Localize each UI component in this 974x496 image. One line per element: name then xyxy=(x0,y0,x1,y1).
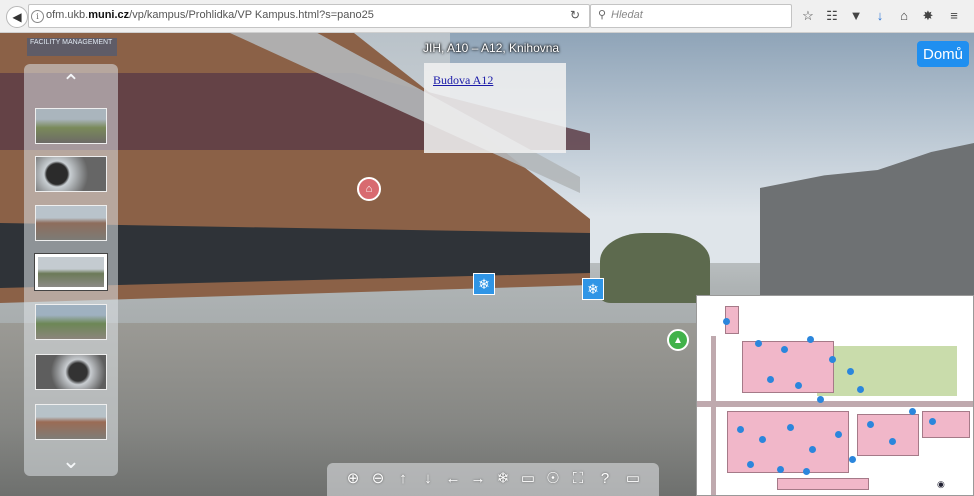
map-location-dot[interactable] xyxy=(737,426,744,433)
map-location-dot[interactable] xyxy=(889,438,896,445)
map-location-dot[interactable] xyxy=(807,336,814,343)
map-location-dot[interactable] xyxy=(777,466,784,473)
map-location-dot[interactable] xyxy=(809,446,816,453)
building-link[interactable]: Budova A12 xyxy=(433,73,493,88)
map-location-dot[interactable] xyxy=(909,408,916,415)
url-text[interactable]: ofm.ukb.muni.cz/vp/kampus/Prohlidka/VP K… xyxy=(46,9,374,21)
map-location-dot[interactable] xyxy=(759,436,766,443)
map-location-dot[interactable] xyxy=(723,318,730,325)
thumbnail-1[interactable] xyxy=(35,108,107,144)
thumbnail-5[interactable] xyxy=(35,304,107,340)
clipboard-icon[interactable]: ☷ xyxy=(824,8,840,24)
site-info-icon[interactable]: i xyxy=(31,10,44,23)
arrow-left-icon[interactable]: ← xyxy=(443,469,463,489)
map-building xyxy=(857,414,919,456)
map-building xyxy=(727,411,849,473)
search-placeholder: Hledat xyxy=(611,9,643,21)
arrow-right-icon[interactable]: → xyxy=(468,469,488,489)
map-road xyxy=(697,401,973,407)
map-location-dot[interactable] xyxy=(829,356,836,363)
zoom-out-icon[interactable]: ⊖ xyxy=(368,469,388,489)
panorama-viewer[interactable]: FACILITY MANAGEMENT JIH, A10 – A12, Knih… xyxy=(0,33,974,496)
map-location-dot[interactable] xyxy=(929,418,936,425)
home-button[interactable]: Domů xyxy=(917,41,969,67)
thumbnail-7[interactable] xyxy=(35,404,107,440)
thumbnail-2[interactable] xyxy=(35,156,107,192)
viewer-toolbar: ⊕ ⊖ ↑ ↓ ← → ❄ ▭ ☉ ⛶ ? ▭ xyxy=(327,463,659,496)
map-location-dot[interactable] xyxy=(781,346,788,353)
fullscreen-icon[interactable]: ⛶ xyxy=(568,469,588,489)
map-green-area xyxy=(817,346,957,396)
arrow-down-icon[interactable]: ↓ xyxy=(418,469,438,489)
thumbnail-6[interactable] xyxy=(35,354,107,390)
scroll-down-icon[interactable]: ⌄ xyxy=(24,450,118,472)
screen-icon[interactable]: ▭ xyxy=(623,469,643,489)
map-building xyxy=(922,411,970,438)
compass-hotspot-icon[interactable]: ▲ xyxy=(667,329,689,351)
thumbnail-3[interactable] xyxy=(35,205,107,241)
map-location-dot[interactable] xyxy=(747,461,754,468)
map-location-dot[interactable] xyxy=(787,424,794,431)
thumbnail-4-selected[interactable] xyxy=(34,253,108,291)
map-location-dot[interactable] xyxy=(849,456,856,463)
menu-icon[interactable]: ≡ xyxy=(946,8,962,23)
tree xyxy=(600,233,710,303)
facility-management-logo: FACILITY MANAGEMENT xyxy=(27,38,117,56)
navigation-hotspot-icon[interactable]: ❄ xyxy=(582,278,604,300)
hotspots-icon[interactable]: ❄ xyxy=(493,469,513,489)
pocket-icon[interactable]: ▼ xyxy=(848,8,864,23)
panorama-title: JIH, A10 – A12, Knihovna xyxy=(423,41,560,55)
map-location-dot[interactable] xyxy=(755,340,762,347)
map-building xyxy=(742,341,834,393)
map-location-dot[interactable] xyxy=(867,421,874,428)
map-location-dot[interactable] xyxy=(847,368,854,375)
arrow-up-icon[interactable]: ↑ xyxy=(393,469,413,489)
map-road xyxy=(711,336,716,495)
rectangle-icon[interactable]: ▭ xyxy=(518,469,538,489)
thumbnail-strip: ⌃ ⌄ xyxy=(24,64,118,476)
back-button[interactable]: ◀ xyxy=(6,6,28,28)
zoom-in-icon[interactable]: ⊕ xyxy=(343,469,363,489)
download-icon[interactable]: ↓ xyxy=(872,8,888,23)
back-arrow-icon: ◀ xyxy=(12,10,22,24)
browser-toolbar: ◀ i ofm.ukb.muni.cz/vp/kampus/Prohlidka/… xyxy=(0,0,974,33)
campus-minimap[interactable]: ◉ xyxy=(696,295,974,496)
map-location-dot[interactable] xyxy=(817,396,824,403)
bookmark-star-icon[interactable]: ☆ xyxy=(800,8,816,24)
globe-icon[interactable]: ☉ xyxy=(543,469,563,489)
info-hotspot-icon[interactable]: ⌂ xyxy=(357,177,381,201)
navigation-hotspot-icon[interactable]: ❄ xyxy=(473,273,495,295)
map-location-dot[interactable] xyxy=(767,376,774,383)
map-location-dot[interactable] xyxy=(803,468,810,475)
reload-icon[interactable]: ↻ xyxy=(570,8,580,22)
help-icon[interactable]: ? xyxy=(595,469,615,489)
map-location-dot[interactable] xyxy=(835,431,842,438)
map-building xyxy=(777,478,869,490)
info-popup: Budova A12 xyxy=(424,63,566,153)
map-location-dot[interactable] xyxy=(857,386,864,393)
muni-logo-icon: ◉ xyxy=(937,479,945,489)
scroll-up-icon[interactable]: ⌃ xyxy=(24,72,118,94)
search-icon: ⚲ xyxy=(598,9,607,21)
extension-icon[interactable]: ✸ xyxy=(920,8,936,24)
map-location-dot[interactable] xyxy=(795,382,802,389)
home-icon[interactable]: ⌂ xyxy=(896,8,912,23)
